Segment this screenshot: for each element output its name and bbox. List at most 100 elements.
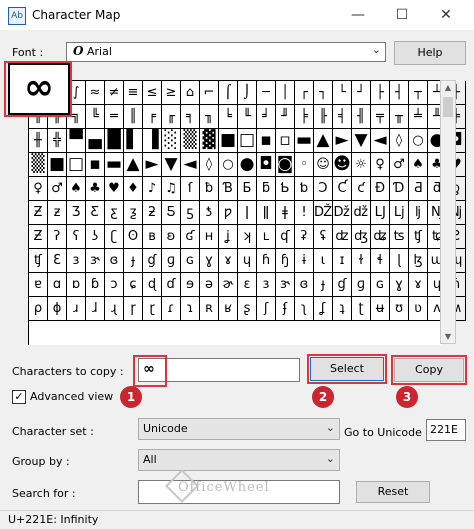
grid-cell[interactable]: ɡ [352, 273, 371, 297]
grid-cell[interactable]: ♪ [143, 177, 162, 201]
grid-cell[interactable]: ʃ [257, 297, 276, 321]
grid-cell[interactable]: ƻ [143, 201, 162, 225]
grid-cell[interactable]: ≤ [143, 81, 162, 105]
grid-cell[interactable]: ┐ [314, 81, 333, 105]
grid-cell[interactable]: ʠ [276, 225, 295, 249]
grid-cell[interactable]: ǂ [276, 201, 295, 225]
grid-cell[interactable]: ◦ [295, 153, 314, 177]
grid-cell[interactable]: ╫ [29, 129, 48, 153]
grid-cell[interactable]: ○ [409, 129, 428, 153]
grid-cell[interactable]: ʀ [200, 297, 219, 321]
grid-cell[interactable]: ╬ [48, 129, 67, 153]
grid-cell[interactable]: ɗ [162, 273, 181, 297]
grid-cell[interactable]: ɤ [219, 249, 238, 273]
minimize-button[interactable]: — [336, 2, 380, 28]
grid-cell[interactable]: ʇ [333, 297, 352, 321]
grid-cell[interactable]: ǁ [257, 201, 276, 225]
grid-cell[interactable]: ║ [124, 105, 143, 129]
grid-cell[interactable]: ♫ [162, 177, 181, 201]
close-button[interactable]: ✕ [424, 2, 468, 28]
grid-cell[interactable]: ſ [181, 177, 200, 201]
grid-cell[interactable]: ɺ [86, 297, 105, 321]
grid-cell[interactable]: ƾ [200, 201, 219, 225]
grid-cell[interactable]: Ǆ [314, 201, 333, 225]
grid-cell[interactable]: ┬ [409, 81, 428, 105]
font-dropdown[interactable]: O Arial ⌄ [66, 42, 386, 62]
grid-cell[interactable]: └ [333, 81, 352, 105]
grid-cell[interactable]: ♀ [371, 153, 390, 177]
grid-cell[interactable]: ≈ [86, 81, 105, 105]
grid-cell[interactable]: ɤ [409, 273, 428, 297]
help-button[interactable]: Help [394, 41, 466, 65]
grid-cell[interactable]: ▲ [314, 129, 333, 153]
grid-cell[interactable]: ⌠ [219, 81, 238, 105]
grid-cell[interactable]: ⌂ [181, 81, 200, 105]
grid-cell[interactable]: ʟ [257, 225, 276, 249]
grid-cell[interactable]: ╢ [352, 105, 371, 129]
grid-cell[interactable]: ◊ [390, 129, 409, 153]
grid-cell[interactable]: ɒ [67, 273, 86, 297]
grid-cell[interactable]: ▼ [162, 153, 181, 177]
grid-cell[interactable]: ▲ [124, 153, 143, 177]
grid-cell[interactable]: ╖ [200, 105, 219, 129]
grid-cell[interactable]: ɥ [238, 249, 257, 273]
grid-cell[interactable]: ɪ [333, 249, 352, 273]
grid-cell[interactable]: ɬ [371, 249, 390, 273]
grid-cell[interactable]: ʧ [409, 225, 428, 249]
grid-cell[interactable]: ʢ [314, 225, 333, 249]
grid-cell[interactable]: ɘ [181, 273, 200, 297]
grid-cell[interactable]: ʆ [314, 297, 333, 321]
grid-cell[interactable]: ╒ [143, 105, 162, 129]
grid-cell[interactable]: ɜ [67, 249, 86, 273]
grid-cell[interactable]: ▒ [29, 153, 48, 177]
grid-cell[interactable]: ☻ [333, 153, 352, 177]
grid-cell[interactable]: ╘ [219, 105, 238, 129]
grid-cell[interactable]: ► [143, 153, 162, 177]
grid-cell[interactable]: Ƅ [276, 177, 295, 201]
grid-cell[interactable]: ʝ [219, 225, 238, 249]
grid-cell[interactable]: ▀ [67, 129, 86, 153]
grid-cell[interactable]: ɝ [276, 273, 295, 297]
grid-cell[interactable]: ♣ [86, 177, 105, 201]
grid-cell[interactable]: ƹ [105, 201, 124, 225]
grid-cell[interactable]: ▌ [124, 129, 143, 153]
grid-cell[interactable]: ʕ [67, 225, 86, 249]
grid-cell[interactable]: ρ [29, 297, 48, 321]
grid-cell[interactable]: ▒ [181, 129, 200, 153]
advanced-view-checkbox[interactable]: ✓ [12, 390, 26, 404]
grid-cell[interactable]: ɟ [124, 249, 143, 273]
grid-cell[interactable]: ɢ [371, 273, 390, 297]
grid-cell[interactable]: ░ [162, 129, 181, 153]
grid-cell[interactable]: ǃ [295, 201, 314, 225]
grid-cell[interactable]: ╡ [333, 105, 352, 129]
grid-cell[interactable]: ʉ [371, 297, 390, 321]
grid-cell[interactable]: ɢ [181, 249, 200, 273]
grid-cell[interactable]: ɝ [86, 249, 105, 273]
grid-cell[interactable]: Ɖ [371, 177, 390, 201]
grid-cell[interactable]: ɮ [409, 249, 428, 273]
grid-cell[interactable]: ʜ [200, 225, 219, 249]
grid-cell[interactable]: ɩ [314, 249, 333, 273]
grid-cell[interactable]: □ [67, 153, 86, 177]
grid-cell[interactable]: ▪ [257, 129, 276, 153]
grid-cell[interactable]: ƈ [352, 177, 371, 201]
grid-cell[interactable]: Ƹ [86, 201, 105, 225]
grid-cell[interactable]: ┌ [295, 81, 314, 105]
grid-cell[interactable]: ɓ [86, 273, 105, 297]
grid-cell[interactable]: ƿ [219, 201, 238, 225]
grid-cell[interactable]: ◄ [371, 129, 390, 153]
grid-cell[interactable]: Ʒ [67, 201, 86, 225]
grid-cell[interactable]: ≥ [162, 81, 181, 105]
scroll-up-icon[interactable]: ▲ [441, 83, 455, 92]
grid-cell[interactable]: ɚ [219, 273, 238, 297]
grid-cell[interactable]: ǈ [390, 201, 409, 225]
grid-cell[interactable]: ƶ [48, 201, 67, 225]
grid-cell[interactable]: Ƃ [238, 177, 257, 201]
grid-cell[interactable]: ■ [219, 129, 238, 153]
grid-cell[interactable]: ƺ [124, 201, 143, 225]
grid-cell[interactable]: ʞ [238, 225, 257, 249]
grid-cell[interactable]: █ [105, 129, 124, 153]
grid-cell[interactable]: □ [238, 129, 257, 153]
grid-cell[interactable]: ə [200, 273, 219, 297]
grid-cell[interactable]: Ǉ [371, 201, 390, 225]
